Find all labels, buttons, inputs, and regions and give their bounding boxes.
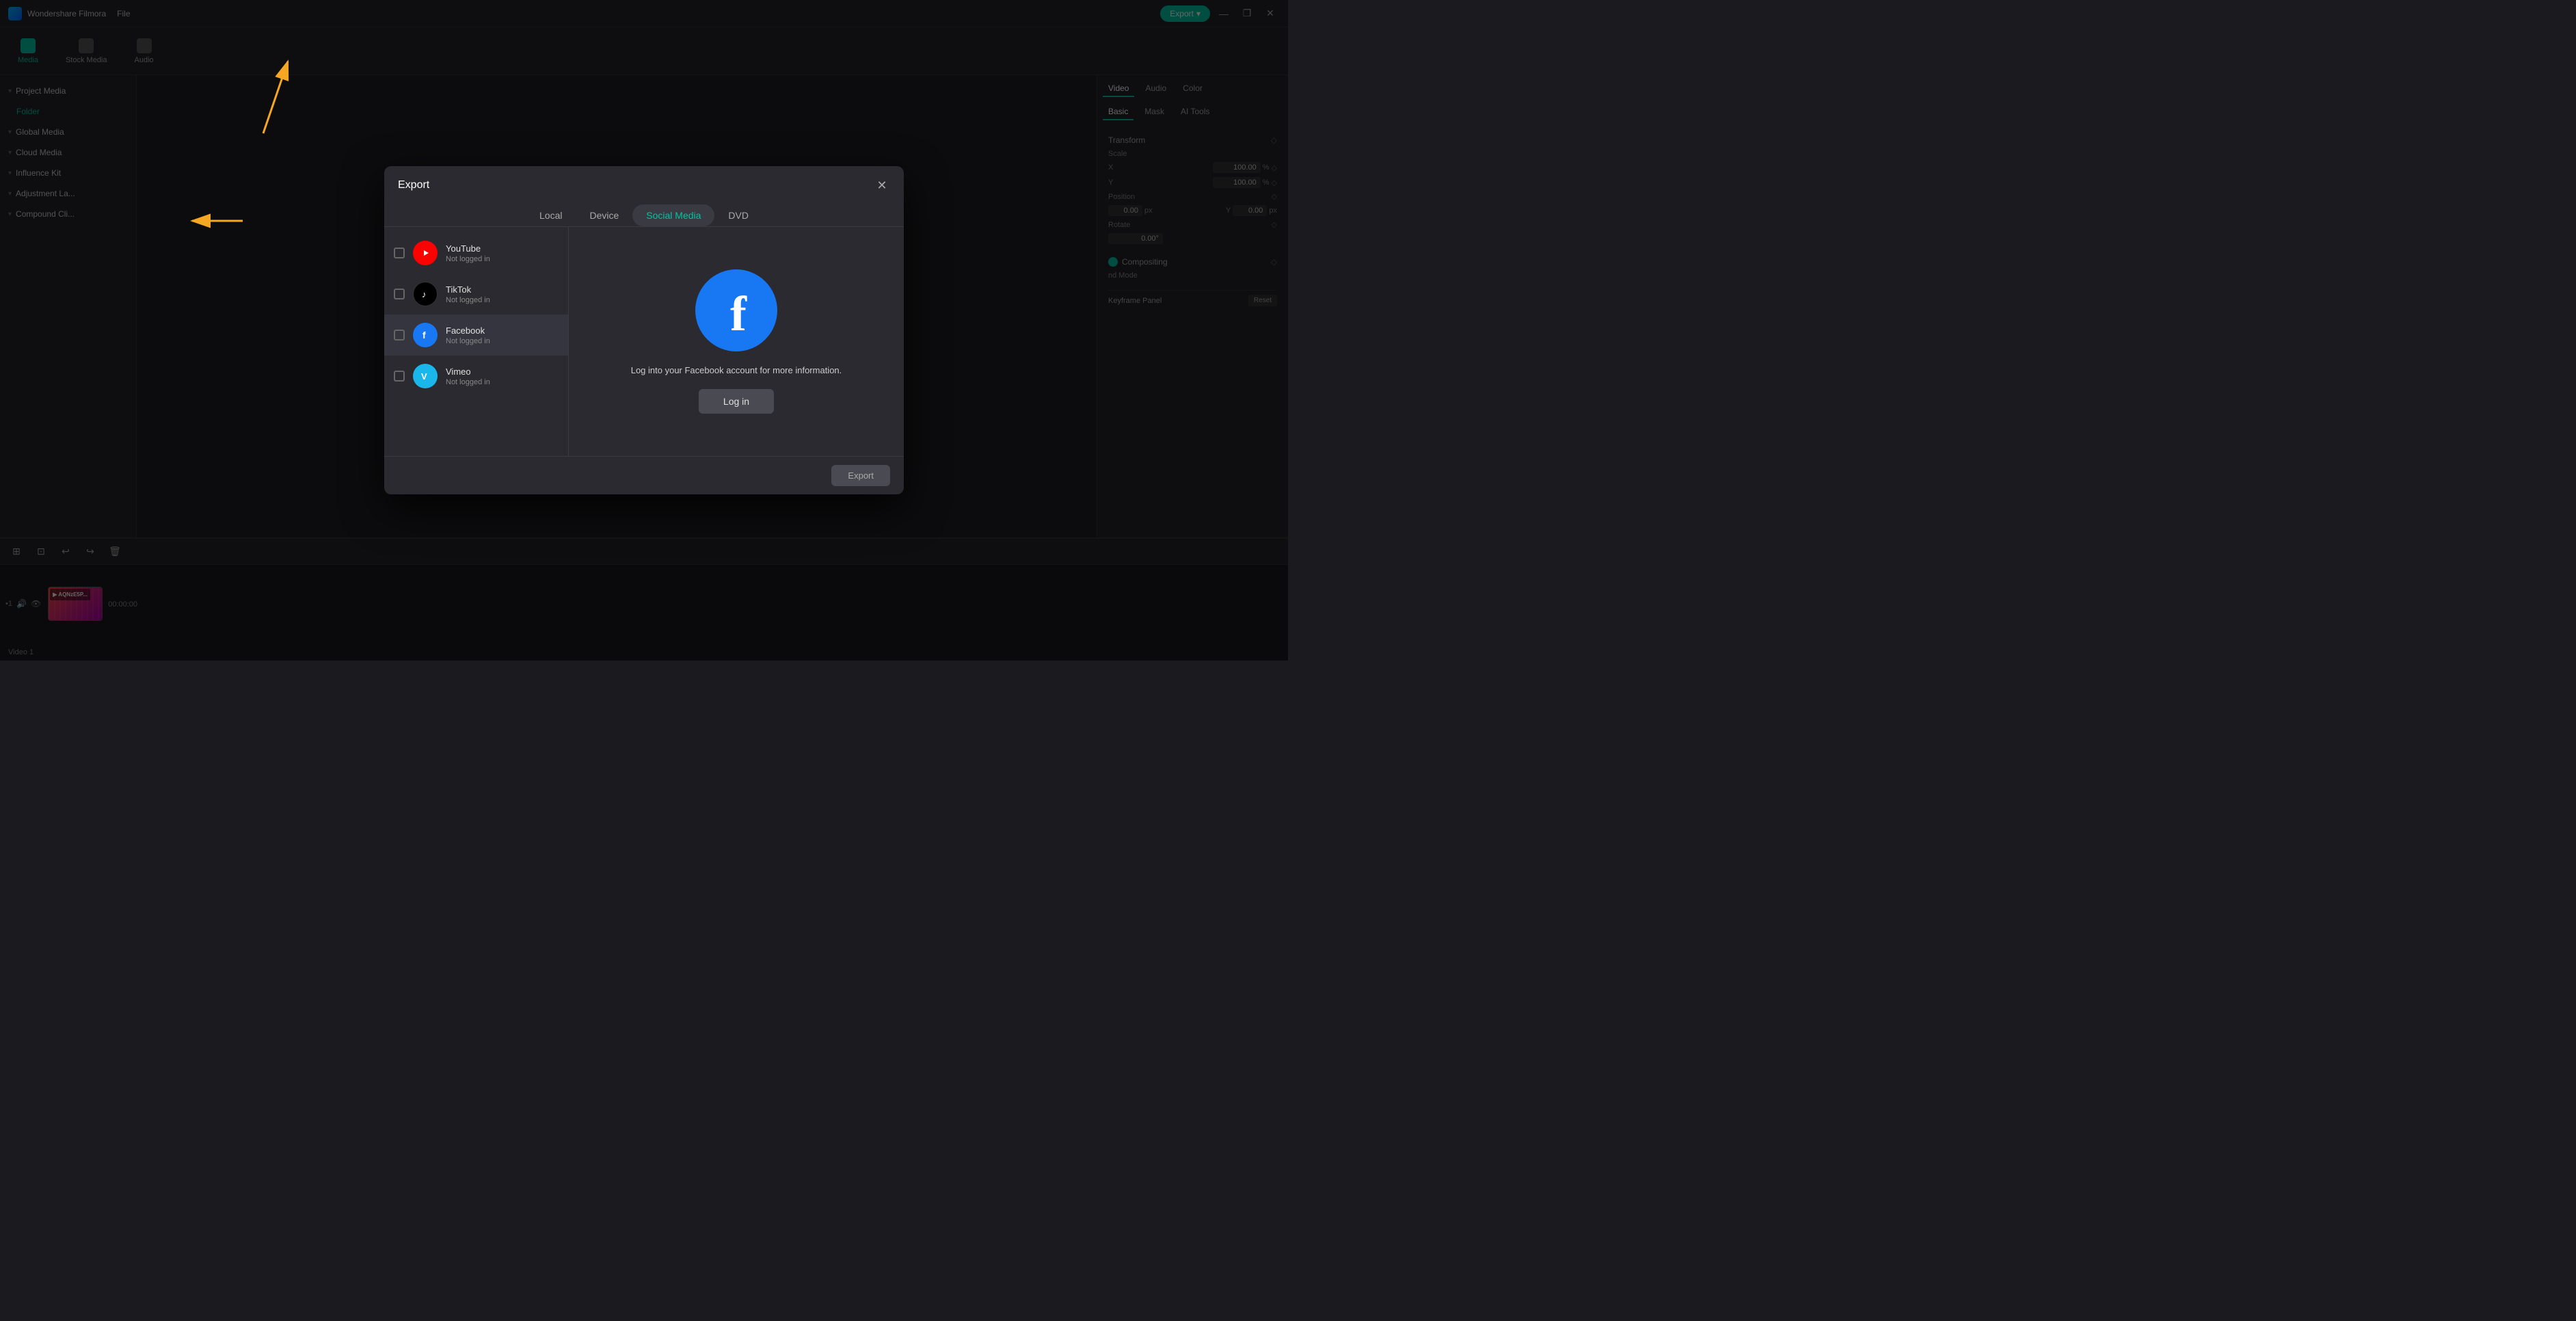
vimeo-status: Not logged in [446, 378, 490, 386]
dialog-footer: Export [384, 456, 904, 494]
platform-item-facebook[interactable]: f Facebook Not logged in [384, 315, 568, 356]
svg-text:V: V [421, 371, 427, 382]
modal-overlay: Export ✕ Local Device Social Media DVD [0, 0, 1288, 660]
facebook-logo-letter: f [730, 289, 747, 338]
svg-text:f: f [422, 330, 426, 341]
dialog-body: YouTube Not logged in ♪ TikTok [384, 227, 904, 456]
platform-item-vimeo[interactable]: V Vimeo Not logged in [384, 356, 568, 397]
facebook-name: Facebook [446, 325, 490, 336]
tab-dvd[interactable]: DVD [714, 204, 762, 226]
dialog-tabs: Local Device Social Media DVD [384, 194, 904, 227]
youtube-name: YouTube [446, 243, 490, 254]
dialog-right-content: f Log into your Facebook account for mor… [569, 227, 904, 456]
dialog-header: Export ✕ [384, 166, 904, 194]
youtube-info: YouTube Not logged in [446, 243, 490, 263]
login-button[interactable]: Log in [699, 389, 774, 414]
tiktok-info: TikTok Not logged in [446, 284, 490, 304]
vimeo-checkbox[interactable] [394, 371, 405, 382]
youtube-icon [413, 241, 438, 265]
tiktok-icon: ♪ [413, 282, 438, 306]
platform-item-tiktok[interactable]: ♪ TikTok Not logged in [384, 273, 568, 315]
facebook-status: Not logged in [446, 337, 490, 345]
export-dialog: Export ✕ Local Device Social Media DVD [384, 166, 904, 494]
facebook-info-text: Log into your Facebook account for more … [631, 365, 842, 375]
dialog-title: Export [398, 179, 429, 191]
youtube-status: Not logged in [446, 255, 490, 263]
platform-list: YouTube Not logged in ♪ TikTok [384, 227, 569, 456]
facebook-icon: f [413, 323, 438, 347]
vimeo-name: Vimeo [446, 366, 490, 377]
tiktok-status: Not logged in [446, 296, 490, 304]
facebook-logo-circle: f [695, 269, 777, 351]
tiktok-checkbox[interactable] [394, 289, 405, 299]
dialog-export-button[interactable]: Export [831, 465, 890, 486]
tiktok-name: TikTok [446, 284, 490, 295]
platform-item-youtube[interactable]: YouTube Not logged in [384, 232, 568, 273]
tab-local[interactable]: Local [526, 204, 576, 226]
vimeo-icon: V [413, 364, 438, 388]
dialog-close-button[interactable]: ✕ [874, 177, 890, 194]
vimeo-info: Vimeo Not logged in [446, 366, 490, 386]
tab-device[interactable]: Device [576, 204, 632, 226]
youtube-checkbox[interactable] [394, 248, 405, 258]
facebook-info: Facebook Not logged in [446, 325, 490, 345]
facebook-checkbox[interactable] [394, 330, 405, 341]
svg-text:♪: ♪ [422, 289, 427, 299]
tab-social-media[interactable]: Social Media [632, 204, 714, 226]
